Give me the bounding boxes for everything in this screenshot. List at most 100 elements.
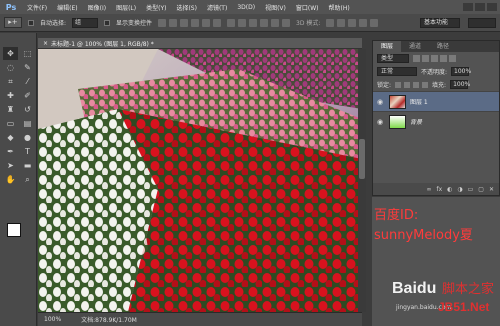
align-middle-icon[interactable] — [169, 18, 178, 27]
align-left-icon[interactable] — [191, 18, 200, 27]
3d-drag-icon[interactable] — [348, 18, 357, 27]
add-mask-icon[interactable]: ◐ — [447, 186, 452, 193]
quick-select-tool-icon[interactable]: ✎ — [20, 61, 35, 74]
menu-window[interactable]: 窗口(W) — [291, 3, 324, 12]
menu-view[interactable]: 视图(V) — [260, 3, 291, 12]
align-right-icon[interactable] — [213, 18, 222, 27]
crop-tool-icon[interactable]: ⌗ — [3, 75, 18, 88]
path-select-tool-icon[interactable]: ➤ — [3, 159, 18, 172]
move-tool-icon[interactable]: ✥ — [3, 47, 18, 60]
show-transform-checkbox[interactable] — [104, 19, 111, 26]
lock-all-icon[interactable] — [422, 81, 429, 88]
distribute-right-icon[interactable] — [282, 18, 291, 27]
canvas[interactable] — [38, 49, 362, 312]
distribute-bottom-icon[interactable] — [249, 18, 258, 27]
align-top-icon[interactable] — [158, 18, 167, 27]
new-layer-icon[interactable]: ▢ — [478, 186, 484, 193]
shape-tool-icon[interactable]: ▬ — [20, 159, 35, 172]
fill-input[interactable]: 100% — [450, 80, 470, 89]
foreground-color-swatch[interactable] — [7, 223, 21, 237]
blur-tool-icon[interactable]: ◆ — [3, 131, 18, 144]
layer-row[interactable]: ◉ 图层 1 — [373, 91, 499, 111]
distribute-center-icon[interactable] — [271, 18, 280, 27]
distribute-left-icon[interactable] — [260, 18, 269, 27]
layer-kind-dropdown[interactable]: 类型 — [377, 54, 409, 63]
type-tool-icon[interactable]: T — [20, 145, 35, 158]
marquee-tool-icon[interactable]: ⬚ — [20, 47, 35, 60]
canvas-scrollbar[interactable] — [358, 49, 366, 312]
menu-image[interactable]: 图像(I) — [83, 3, 111, 12]
eye-icon[interactable]: ◉ — [377, 118, 385, 126]
lock-position-icon[interactable] — [413, 81, 420, 88]
blend-mode-dropdown[interactable]: 正常 — [377, 67, 417, 76]
menu-edit[interactable]: 编辑(E) — [52, 3, 82, 12]
lasso-tool-icon[interactable]: ◌ — [3, 61, 18, 74]
3d-slide-icon[interactable] — [359, 18, 368, 27]
maximize-icon[interactable] — [475, 3, 485, 11]
tab-channels[interactable]: 通道 — [401, 41, 429, 52]
fx-button[interactable]: fx — [436, 186, 442, 193]
auto-select-checkbox[interactable] — [28, 19, 34, 26]
distribute-middle-icon[interactable] — [238, 18, 247, 27]
menu-help[interactable]: 帮助(H) — [324, 3, 355, 12]
menu-select[interactable]: 选择(S) — [171, 3, 202, 12]
filter-shape-icon[interactable] — [440, 55, 447, 62]
new-group-icon[interactable]: ▭ — [468, 186, 474, 193]
eyedropper-tool-icon[interactable]: ⁄ — [20, 75, 35, 88]
watermark: Baidu 脚本之家 jingyan.baidu.com JB51.Net — [392, 278, 500, 322]
tab-close-icon[interactable]: × — [43, 40, 48, 47]
eraser-tool-icon[interactable]: ▭ — [3, 117, 18, 130]
tulip-field-photo — [38, 49, 362, 312]
close-icon[interactable] — [487, 3, 497, 11]
3d-scale-icon[interactable] — [370, 18, 379, 27]
clone-stamp-tool-icon[interactable]: ♜ — [3, 103, 18, 116]
eye-icon[interactable]: ◉ — [377, 98, 385, 106]
adjustment-layer-icon[interactable]: ◑ — [457, 186, 462, 193]
minimize-icon[interactable] — [463, 3, 473, 11]
lock-transparent-icon[interactable] — [395, 81, 402, 88]
dodge-tool-icon[interactable]: ● — [20, 131, 35, 144]
zoom-tool-icon[interactable]: ⌕ — [20, 173, 35, 186]
layers-panel: 图层 通道 路径 类型 正常 不透明度: 100% 锁定: 填充: 100% ◉… — [372, 40, 500, 196]
workspace-dropdown[interactable]: 基本功能 — [420, 18, 460, 28]
filter-type-icon[interactable] — [431, 55, 438, 62]
layer-row[interactable]: ◉ 背景 — [373, 111, 499, 131]
tab-layers[interactable]: 图层 — [373, 41, 402, 52]
menu-file[interactable]: 文件(F) — [22, 3, 52, 12]
3d-roll-icon[interactable] — [337, 18, 346, 27]
menu-type[interactable]: 类型(Y) — [141, 3, 171, 12]
healing-brush-tool-icon[interactable]: ✚ — [3, 89, 18, 102]
menu-3d[interactable]: 3D(D) — [232, 4, 260, 11]
trash-icon[interactable]: ✕ — [489, 186, 494, 193]
align-bottom-icon[interactable] — [180, 18, 189, 27]
photoshop-logo[interactable]: Ps — [0, 0, 22, 14]
3d-rotate-icon[interactable] — [326, 18, 335, 27]
pen-tool-icon[interactable]: ✒ — [3, 145, 18, 158]
distribute-buttons — [227, 18, 291, 27]
menu-layer[interactable]: 图层(L) — [111, 3, 141, 12]
zoom-level[interactable]: 100% — [44, 316, 61, 323]
scrollbar-thumb[interactable] — [359, 139, 365, 179]
document-tab[interactable]: × 未标题-1 @ 100% (图层 1, RGB/8) * — [38, 38, 362, 49]
credit-line-1: 百度ID: — [374, 208, 419, 223]
show-transform-label: 显示变换控件 — [116, 20, 153, 27]
document-size[interactable]: 文档:878.9K/1.70M — [81, 315, 137, 324]
history-brush-tool-icon[interactable]: ↺ — [20, 103, 35, 116]
filter-pixel-icon[interactable] — [413, 55, 420, 62]
lock-image-icon[interactable] — [404, 81, 411, 88]
opacity-input[interactable]: 100% — [451, 67, 471, 76]
hand-tool-icon[interactable]: ✋ — [3, 173, 18, 186]
tool-preset-picker[interactable]: ▸+ — [4, 17, 22, 28]
gradient-tool-icon[interactable]: ▤ — [20, 117, 35, 130]
document-title: 未标题-1 @ 100% (图层 1, RGB/8) * — [51, 40, 154, 48]
workspace-menu-button[interactable] — [468, 18, 496, 28]
align-center-icon[interactable] — [202, 18, 211, 27]
distribute-top-icon[interactable] — [227, 18, 236, 27]
auto-select-dropdown[interactable]: 组 — [72, 17, 99, 28]
tab-paths[interactable]: 路径 — [429, 41, 457, 52]
filter-smart-icon[interactable] — [449, 55, 456, 62]
menu-filter[interactable]: 滤镜(T) — [202, 3, 232, 12]
filter-adjust-icon[interactable] — [422, 55, 429, 62]
link-layers-icon[interactable]: ∞ — [426, 186, 431, 193]
brush-tool-icon[interactable]: ✐ — [20, 89, 35, 102]
